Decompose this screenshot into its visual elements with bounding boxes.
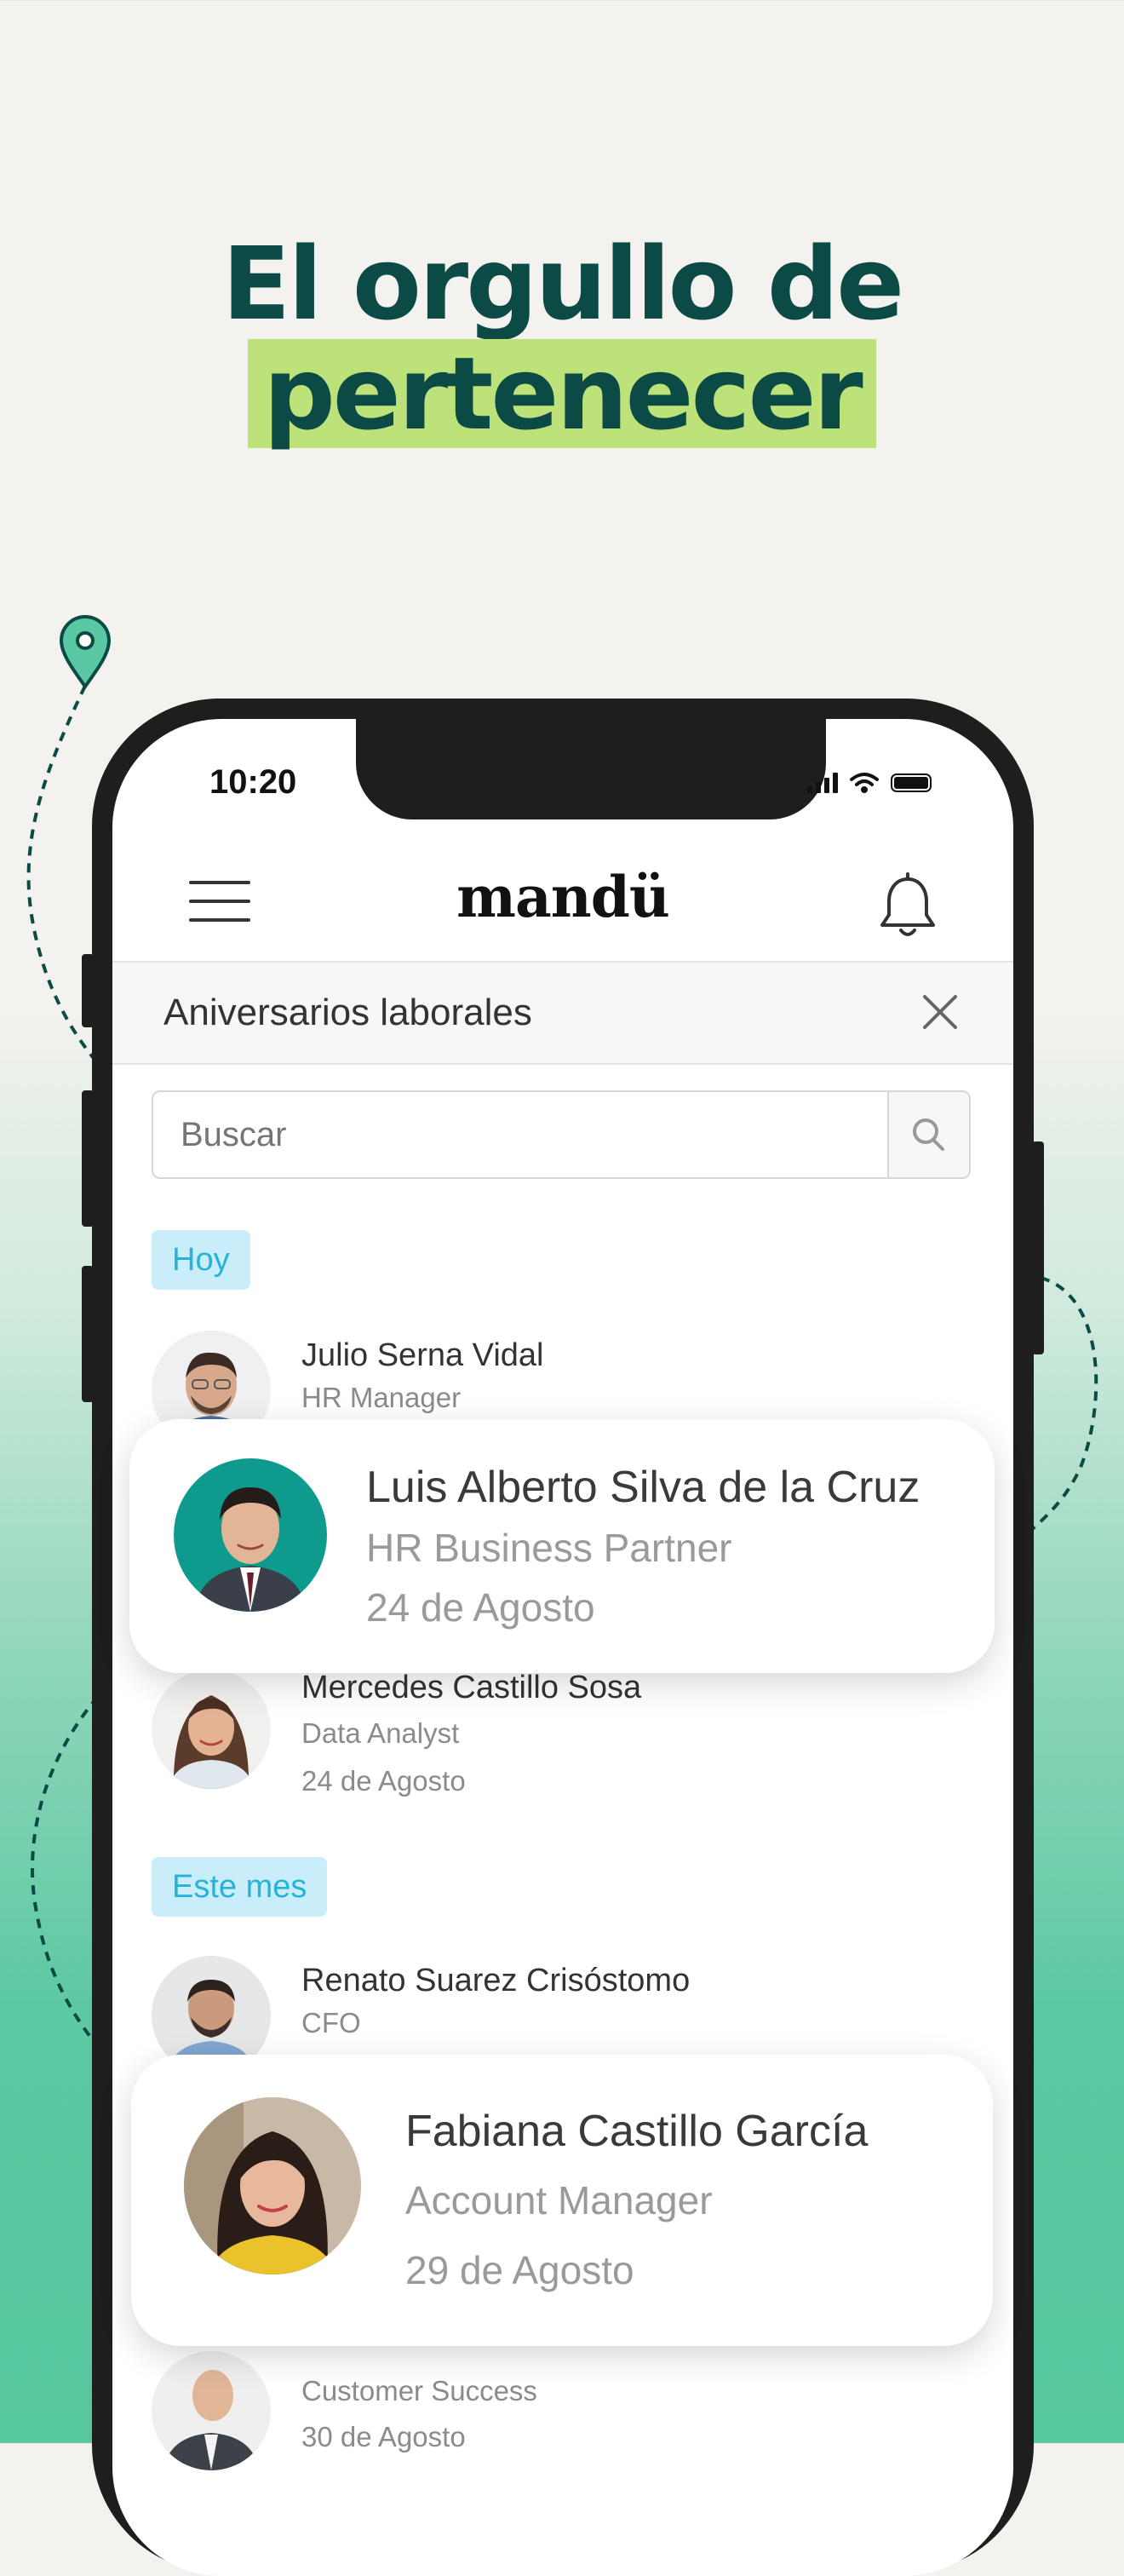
featured-date: 24 de Agosto bbox=[366, 1585, 595, 1630]
search-input[interactable] bbox=[181, 1116, 845, 1154]
phone-side-button bbox=[82, 954, 94, 1027]
anniversary-date: 30 de Agosto bbox=[301, 2421, 466, 2452]
wifi-icon bbox=[850, 773, 879, 793]
section-title: Aniversarios laborales bbox=[163, 992, 532, 1033]
group-label-today: Hoy bbox=[152, 1230, 250, 1290]
featured-name: Fabiana Castillo García bbox=[405, 2107, 869, 2156]
search-button[interactable] bbox=[887, 1092, 969, 1177]
group-label-this-month: Este mes bbox=[152, 1857, 328, 1917]
status-time: 10:20 bbox=[209, 763, 297, 801]
signal-icon bbox=[807, 773, 838, 793]
featured-role: HR Business Partner bbox=[366, 1526, 732, 1570]
employee-name: Renato Suarez Crisóstomo bbox=[301, 1963, 691, 1998]
app-bar: mandü bbox=[112, 842, 1013, 963]
section-header: Aniversarios laborales bbox=[112, 963, 1013, 1065]
anniversary-date: 24 de Agosto bbox=[301, 1765, 466, 1797]
employee-name: Mercedes Castillo Sosa bbox=[301, 1670, 642, 1705]
featured-name: Luis Alberto Silva de la Cruz bbox=[366, 1463, 920, 1512]
status-icons bbox=[807, 772, 932, 794]
featured-anniversary-card[interactable]: Fabiana Castillo García Account Manager … bbox=[131, 2055, 993, 2346]
featured-role: Account Manager bbox=[405, 2178, 713, 2222]
phone-notch bbox=[356, 719, 826, 819]
battery-icon bbox=[891, 773, 932, 792]
employee-name: Julio Serna Vidal bbox=[301, 1337, 544, 1373]
phone-volume-down bbox=[82, 1266, 94, 1402]
employee-role: Customer Success bbox=[301, 2375, 537, 2406]
employee-role: Data Analyst bbox=[301, 1717, 460, 1749]
employee-role: HR Manager bbox=[301, 1382, 462, 1413]
avatar bbox=[174, 1458, 327, 1612]
employee-role: CFO bbox=[301, 2007, 361, 2038]
close-icon[interactable] bbox=[921, 993, 959, 1031]
featured-date: 29 de Agosto bbox=[405, 2248, 634, 2292]
phone-volume-up bbox=[82, 1090, 94, 1227]
search-box bbox=[152, 1090, 971, 1179]
avatar bbox=[152, 2351, 271, 2470]
location-pin-icon bbox=[59, 615, 112, 690]
bell-icon[interactable] bbox=[875, 872, 940, 940]
featured-anniversary-card[interactable]: Luis Alberto Silva de la Cruz HR Busines… bbox=[129, 1419, 995, 1673]
phone-power-button bbox=[1032, 1141, 1044, 1354]
avatar bbox=[152, 1670, 271, 1789]
avatar bbox=[184, 2097, 361, 2274]
search-icon bbox=[913, 1118, 944, 1151]
